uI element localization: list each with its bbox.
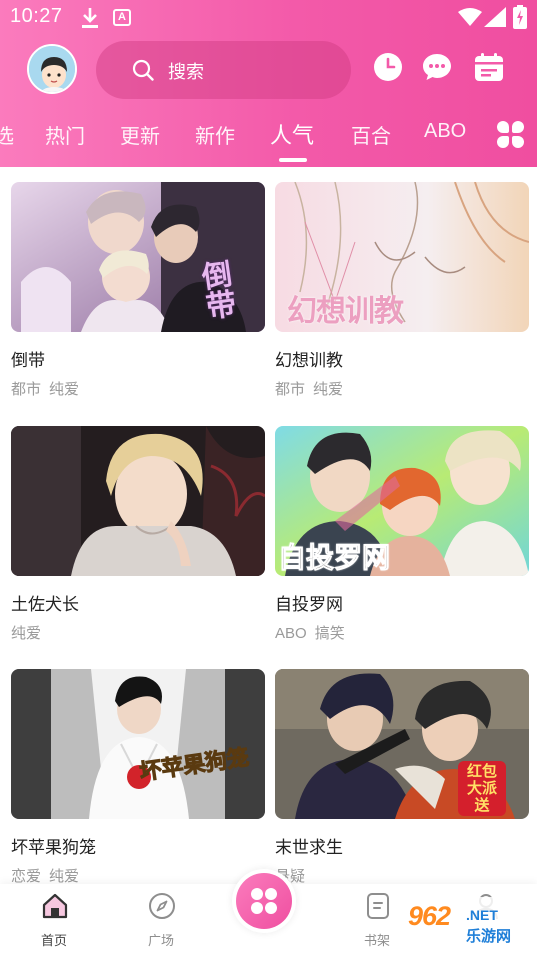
tab-hot[interactable]: 热门 — [45, 120, 85, 149]
comic-card[interactable]: 幻想训教 幻想训教 都市 纯爱 — [275, 182, 529, 400]
comic-cover[interactable]: 坏苹果狗笼 — [11, 669, 265, 819]
cover-title-text: 幻想训教 — [287, 294, 404, 329]
comic-cover[interactable]: 倒带 — [11, 182, 265, 332]
tab-abo[interactable]: ABO — [424, 120, 466, 143]
comic-title: 倒带 — [11, 351, 45, 371]
user-avatar[interactable] — [27, 44, 77, 94]
comic-tag: 恋爱 — [11, 867, 42, 885]
search-placeholder: 搜索 — [168, 62, 204, 83]
comic-grid: 倒带 倒带 都市 纯爱 幻想训教 幻想训教 都市 纯爱 土佐犬长 纯爱 自投罗网… — [0, 167, 537, 887]
app-header: 10:27 A 搜索 选 热门 更新 新作 人气 百合 ABO — [0, 0, 537, 167]
comic-title: 末世求生 — [275, 838, 343, 858]
comic-cover[interactable]: 红包大派送 — [275, 669, 529, 819]
nav-square[interactable]: 广场 — [121, 884, 201, 956]
comic-tag: 都市 — [275, 380, 306, 398]
compass-icon — [149, 893, 175, 919]
tab-featured[interactable]: 选 — [0, 120, 14, 149]
home-icon — [42, 893, 68, 919]
watermark-domain: .NET — [466, 907, 498, 923]
notification-icon: A — [113, 9, 131, 26]
nav-home-label: 首页 — [40, 934, 67, 949]
comic-card[interactable]: 倒带 倒带 都市 纯爱 — [11, 182, 265, 400]
comic-tags: 纯爱 — [11, 622, 265, 644]
search-bar[interactable]: 搜索 — [96, 41, 351, 99]
comic-tag: 纯爱 — [49, 380, 80, 398]
watermark-name: 乐游网 — [466, 927, 512, 945]
comic-cover[interactable] — [11, 426, 265, 576]
comic-cover[interactable]: 幻想训教 — [275, 182, 529, 332]
comic-tag: 搞笑 — [314, 624, 345, 642]
comic-title: 坏苹果狗笼 — [11, 838, 96, 858]
status-time: 10:27 — [10, 5, 63, 27]
wifi-icon — [458, 8, 482, 26]
flower-icon — [251, 888, 277, 914]
comic-card[interactable]: 土佐犬长 纯爱 — [11, 426, 265, 644]
tab-updated[interactable]: 更新 — [120, 120, 160, 149]
more-categories-icon[interactable] — [497, 121, 524, 148]
status-bar: 10:27 A — [0, 0, 537, 36]
tab-yuri[interactable]: 百合 — [351, 120, 391, 149]
nav-home[interactable]: 首页 — [14, 884, 94, 956]
cover-title-text: 自投罗网 — [277, 541, 391, 575]
center-action-button[interactable] — [232, 869, 296, 933]
comic-card[interactable]: 红包大派送 末世求生 悬疑 — [275, 669, 529, 887]
comic-title: 土佐犬长 — [11, 595, 79, 615]
comic-card[interactable]: 自投罗网 自投罗网 ABO 搞笑 — [275, 426, 529, 644]
battery-icon — [513, 5, 527, 29]
center-button-face — [236, 873, 292, 929]
download-icon — [82, 8, 98, 28]
calendar-icon[interactable] — [474, 52, 504, 82]
nav-square-label: 广场 — [147, 934, 174, 949]
bookshelf-icon — [367, 893, 389, 919]
comic-tag: 都市 — [11, 380, 42, 398]
top-bar: 搜索 — [0, 38, 537, 102]
avatar-icon — [29, 46, 75, 92]
comic-tags: 都市 纯爱 — [275, 378, 529, 400]
comic-tag: ABO — [275, 625, 307, 642]
tab-new[interactable]: 新作 — [195, 120, 235, 149]
comic-cover[interactable]: 自投罗网 — [275, 426, 529, 576]
clock-icon[interactable] — [373, 52, 403, 82]
search-icon — [132, 59, 154, 81]
promo-badge[interactable]: 红包大派送 — [458, 761, 506, 816]
comic-tags: ABO 搞笑 — [275, 622, 529, 644]
comic-tag: 纯爱 — [11, 624, 42, 642]
active-tab-indicator — [279, 158, 307, 162]
watermark-number: 962 — [408, 901, 451, 931]
message-icon[interactable] — [422, 52, 452, 82]
comic-title: 幻想训教 — [275, 351, 343, 371]
cover-title-text: 倒带 — [193, 257, 238, 323]
category-tabs: 选 热门 更新 新作 人气 百合 ABO — [0, 112, 537, 162]
comic-tag: 纯爱 — [49, 867, 80, 885]
comic-tag: 纯爱 — [313, 380, 344, 398]
comic-card[interactable]: 坏苹果狗笼 坏苹果狗笼 恋爱 纯爱 — [11, 669, 265, 887]
site-watermark: 962 .NET 乐游网 — [398, 897, 533, 953]
signal-icon — [484, 7, 506, 27]
comic-title: 自投罗网 — [275, 595, 343, 615]
comic-tags: 都市 纯爱 — [11, 378, 265, 400]
tab-popular[interactable]: 人气 — [270, 118, 314, 150]
